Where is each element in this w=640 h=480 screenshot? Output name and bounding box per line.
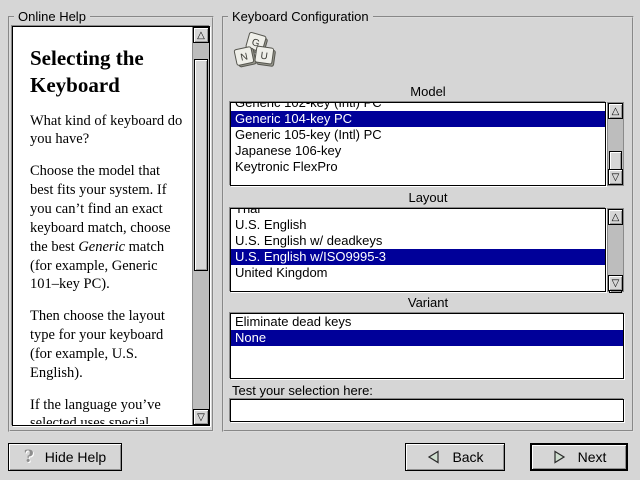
help-panel: Selecting the Keyboard What kind of keyb… <box>12 26 210 426</box>
list-item[interactable]: U.S. English <box>231 217 605 233</box>
test-selection-label: Test your selection here: <box>232 383 373 398</box>
online-help-frame-label: Online Help <box>14 9 90 24</box>
variant-list: Eliminate dead keysNone <box>231 314 623 346</box>
variant-listbox[interactable]: Eliminate dead keysNone <box>230 313 624 379</box>
help-scrollbar[interactable]: △ ▽ <box>192 27 209 425</box>
keyboard-configuration-frame: Keyboard Configuration G N U Model Gener… <box>222 16 634 432</box>
model-scrollbar[interactable]: △ ▽ <box>607 102 624 186</box>
layout-label: Layout <box>224 190 632 205</box>
scroll-thumb[interactable] <box>194 59 208 271</box>
scroll-trough[interactable] <box>608 119 623 169</box>
layout-scrollbar[interactable]: △ ▽ <box>607 208 624 292</box>
next-arrow-icon <box>552 450 567 464</box>
list-item[interactable]: U.S. English w/ISO9995-3 <box>231 249 605 265</box>
variant-label: Variant <box>224 295 632 310</box>
list-item[interactable]: U.S. English w/ deadkeys <box>231 233 605 249</box>
help-paragraph: If the language you’ve selected uses spe… <box>30 396 185 424</box>
online-help-frame: Online Help Selecting the Keyboard What … <box>8 16 214 432</box>
help-title: Selecting the Keyboard <box>30 45 185 100</box>
list-item[interactable]: United Kingdom <box>231 265 605 281</box>
scroll-down-button[interactable]: ▽ <box>193 409 209 425</box>
installer-window: { "colors": { "background": "#d6d6d6", "… <box>0 0 640 480</box>
list-item[interactable]: Keytronic FlexPro <box>231 159 605 175</box>
hide-help-label: Hide Help <box>45 449 106 465</box>
model-listbox[interactable]: Generic 102-key (Intl) PCGeneric 104-key… <box>230 102 606 186</box>
list-item[interactable]: Eliminate dead keys <box>231 314 623 330</box>
model-label: Model <box>224 84 632 99</box>
back-button[interactable]: Back <box>405 443 505 471</box>
scroll-up-button[interactable]: △ <box>608 103 623 119</box>
scroll-down-button[interactable]: ▽ <box>608 275 623 291</box>
scroll-trough[interactable] <box>193 43 209 409</box>
scroll-thumb[interactable] <box>609 151 622 171</box>
svg-text:U: U <box>260 51 269 63</box>
back-label: Back <box>452 449 483 465</box>
emphasized-text: Generic <box>78 239 125 255</box>
help-paragraph: What kind of keyboard do you have? <box>30 112 185 150</box>
scroll-up-button[interactable]: △ <box>608 209 623 225</box>
layout-list: ThaiU.S. EnglishU.S. English w/ deadkeys… <box>231 208 605 281</box>
list-item[interactable]: Generic 104-key PC <box>231 111 605 127</box>
back-arrow-icon <box>426 450 441 464</box>
help-text: Selecting the Keyboard What kind of keyb… <box>13 27 191 424</box>
scroll-down-button[interactable]: ▽ <box>608 169 623 185</box>
question-mark-icon: ? <box>24 449 34 466</box>
keyboard-configuration-frame-label: Keyboard Configuration <box>228 9 373 24</box>
list-item[interactable]: None <box>231 330 623 346</box>
hide-help-button[interactable]: ? Hide Help <box>8 443 122 471</box>
list-item[interactable]: Generic 102-key (Intl) PC <box>231 102 605 111</box>
next-button[interactable]: Next <box>530 443 628 471</box>
model-list: Generic 102-key (Intl) PCGeneric 104-key… <box>231 102 605 175</box>
help-paragraph: Then choose the layout type for your key… <box>30 307 185 382</box>
next-label: Next <box>578 449 607 465</box>
list-item[interactable]: Thai <box>231 208 605 217</box>
gnu-keycaps-icon: G N U <box>232 30 278 72</box>
test-selection-input[interactable] <box>230 399 624 422</box>
help-paragraph: Choose the model that best fits your sys… <box>30 162 185 294</box>
list-item[interactable]: Generic 105-key (Intl) PC <box>231 127 605 143</box>
scroll-up-button[interactable]: △ <box>193 27 209 43</box>
list-item[interactable]: Japanese 106-key <box>231 143 605 159</box>
scroll-trough[interactable] <box>608 225 623 275</box>
layout-listbox[interactable]: ThaiU.S. EnglishU.S. English w/ deadkeys… <box>230 208 606 292</box>
